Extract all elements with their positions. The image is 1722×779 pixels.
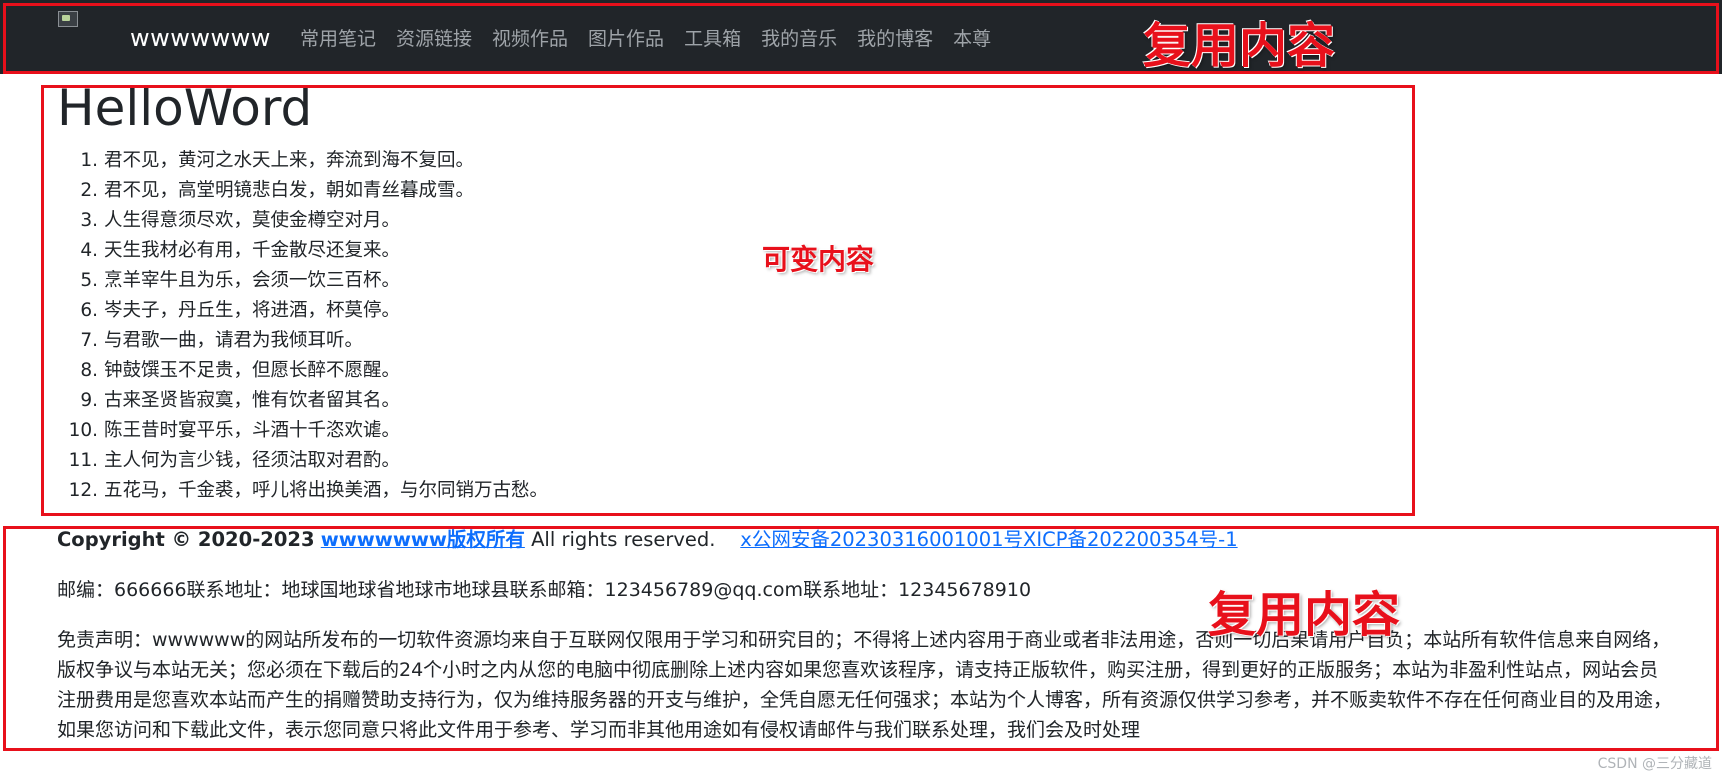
annotation-label-top: 复用内容: [1143, 18, 1336, 74]
annotation-box-footer: [3, 526, 1719, 751]
annotation-label-middle: 可变内容: [762, 243, 875, 276]
annotation-label-bottom: 复用内容: [1208, 587, 1401, 643]
annotation-box-main: [41, 85, 1415, 516]
annotation-box-nav: [3, 3, 1719, 74]
watermark: CSDN @三分藏道: [1597, 756, 1712, 772]
